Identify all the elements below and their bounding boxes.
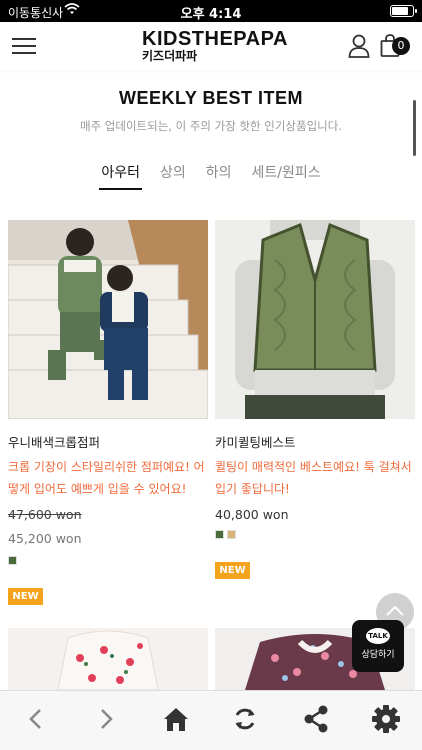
color-swatches: [215, 530, 236, 539]
section-subtitle: 매주 업데이트되는, 이 주의 가장 핫한 인기상품입니다.: [79, 119, 342, 133]
refresh-icon[interactable]: [229, 703, 261, 735]
home-icon[interactable]: [160, 703, 192, 735]
product-price: 45,200 won: [8, 531, 82, 546]
scrollbar[interactable]: [413, 100, 416, 156]
product-description: 퀼팅이 매력적인 베스트예요! 툭 걸쳐서 입기 좋답니다!: [215, 460, 412, 496]
back-icon[interactable]: [20, 703, 52, 735]
logo-subtext: 키즈더파파: [142, 49, 198, 63]
product-original-price: 47,600 won: [8, 507, 82, 522]
color-swatches: [8, 556, 17, 565]
color-swatch: [8, 556, 17, 565]
new-badge: NEW: [215, 562, 250, 579]
user-icon[interactable]: [348, 34, 370, 58]
product-image[interactable]: [8, 220, 208, 419]
kakao-chat-button[interactable]: TALK 상담하기: [352, 620, 404, 672]
product-image[interactable]: [215, 220, 415, 419]
product-name[interactable]: 우니배색크롭점퍼: [8, 432, 100, 451]
logo-text: KIDSTHEPAPA: [142, 28, 288, 50]
tab-tops[interactable]: 상의: [158, 162, 188, 190]
new-badge: NEW: [8, 588, 43, 605]
browser-toolbar: [0, 690, 422, 750]
tab-sets[interactable]: 세트/원피스: [250, 162, 323, 190]
settings-icon[interactable]: [370, 703, 402, 735]
color-swatch: [215, 530, 224, 539]
product-card[interactable]: [8, 628, 208, 690]
section-title: WEEKLY BEST ITEM: [118, 88, 304, 108]
share-icon[interactable]: [300, 703, 332, 735]
forward-icon[interactable]: [90, 703, 122, 735]
app-header: KIDSTHEPAPA 키즈더파파 0: [0, 22, 422, 70]
kakao-talk-icon: TALK: [366, 628, 390, 644]
product-card[interactable]: 카미퀼팅베스트 퀼팅이 매력적인 베스트예요! 툭 걸쳐서 입기 좋답니다! 4…: [215, 220, 415, 620]
product-price: 40,800 won: [215, 507, 289, 522]
color-swatch: [227, 530, 236, 539]
kakao-chat-label: 상담하기: [361, 650, 395, 660]
category-tabs: 아우터 상의 하의 세트/원피스: [0, 162, 422, 192]
tab-bottoms[interactable]: 하의: [204, 162, 234, 190]
hamburger-icon[interactable]: [12, 36, 36, 56]
logo[interactable]: KIDSTHEPAPA 키즈더파파: [142, 28, 288, 63]
product-name[interactable]: 카미퀼팅베스트: [215, 432, 296, 451]
clock: 오후 4:14: [180, 7, 242, 22]
tab-outer[interactable]: 아우터: [99, 162, 142, 190]
battery-icon: [390, 5, 417, 17]
status-bar: 이동통신사 오후 4:14: [0, 0, 422, 22]
product-card[interactable]: 우니배색크롭점퍼 크롭 기장이 스타일리쉬한 점퍼예요! 어떻게 입어도 예쁘게…: [8, 220, 208, 620]
product-description: 크롭 기장이 스타일리쉬한 점퍼예요! 어떻게 입어도 예쁘게 입을 수 있어요…: [8, 460, 205, 496]
product-image[interactable]: [8, 628, 208, 690]
cart-count-badge: 0: [392, 37, 410, 55]
